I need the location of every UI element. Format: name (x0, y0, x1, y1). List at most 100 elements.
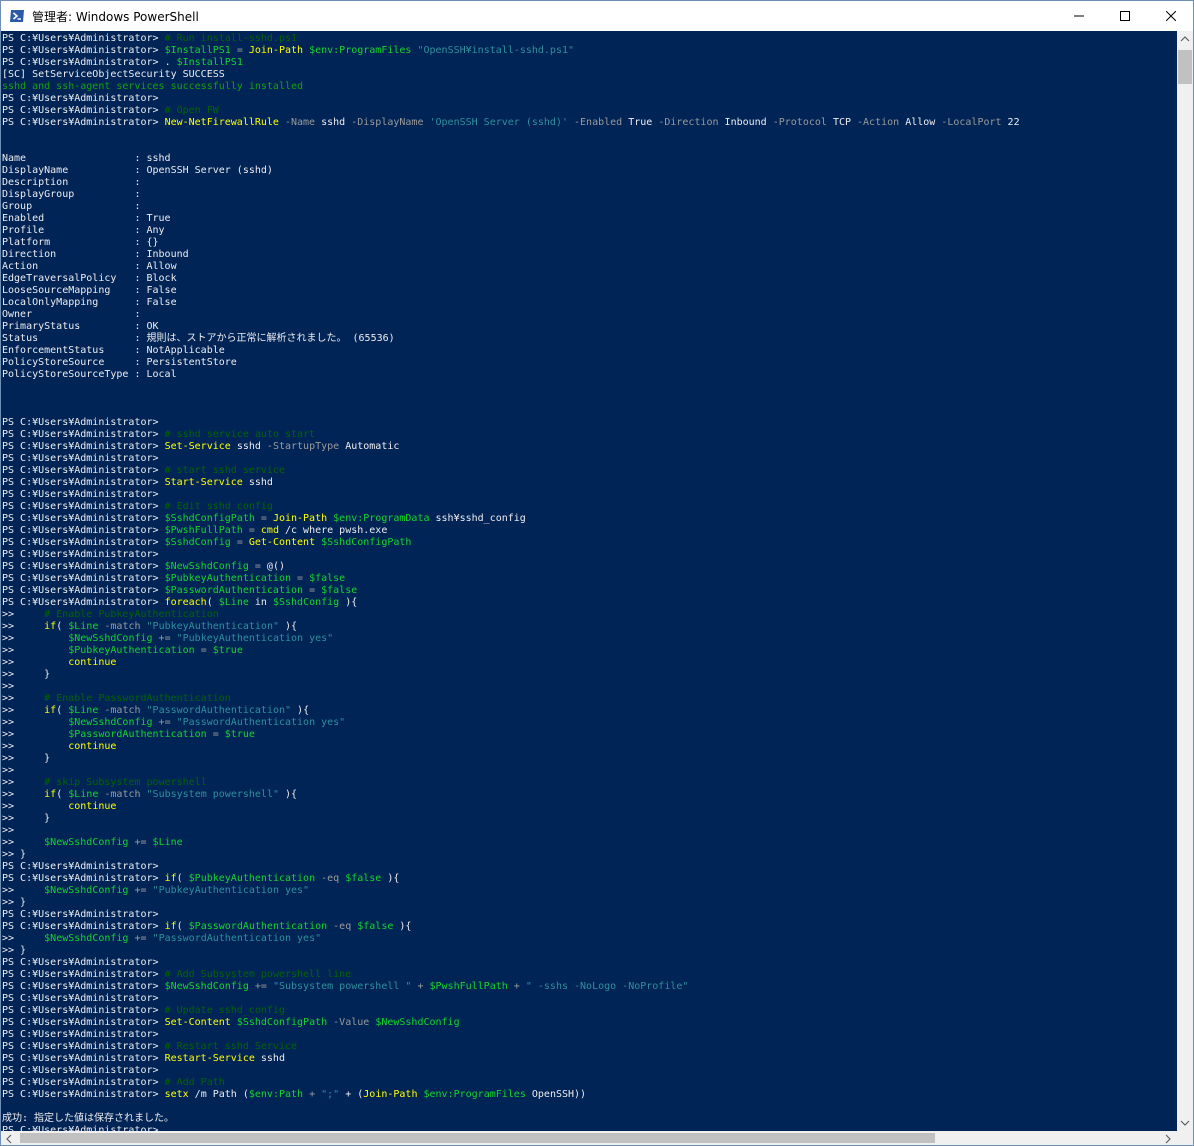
console-token: ){ (393, 921, 412, 932)
vertical-scroll-thumb[interactable] (1178, 50, 1192, 84)
console-token: PS C:¥Users¥Administrator> (2, 45, 165, 56)
console-line: PS C:¥Users¥Administrator> $InstallPS1 =… (2, 45, 574, 57)
console-line: PS C:¥Users¥Administrator> $NewSshdConfi… (2, 981, 688, 993)
console-token: New-NetFirewallRule (164, 117, 279, 128)
chevron-left-icon (6, 1134, 12, 1144)
console-token: $NewSshdConfig (164, 981, 249, 992)
console-line: PS C:¥Users¥Administrator> . $InstallPS1 (2, 57, 243, 69)
console-token: PS C:¥Users¥Administrator> (2, 585, 165, 596)
console-token: $NewSshdConfig (44, 933, 129, 944)
console-token: -Enabled (567, 117, 629, 128)
console-line: PS C:¥Users¥Administrator> # Add Path (2, 1077, 225, 1089)
console-token: ( (56, 789, 69, 800)
minimize-button[interactable] (1056, 1, 1102, 31)
console-token: = (206, 729, 225, 740)
scrollbar-corner (1177, 1131, 1193, 1145)
console-token: ){ (291, 705, 310, 716)
console-token: $PasswordAuthentication (164, 585, 304, 596)
console-line: PS C:¥Users¥Administrator> # Update sshd… (2, 1005, 285, 1017)
console-token: # Enable PubkeyAuthentication (44, 609, 219, 620)
console-token: + (411, 981, 430, 992)
console-line: PS C:¥Users¥Administrator> (2, 489, 159, 501)
console-token: sshd and ssh-agent services successfully… (2, 81, 304, 92)
console-token: "PubkeyAuthentication yes" (152, 885, 310, 896)
maximize-button[interactable] (1102, 1, 1148, 31)
console-token: PS C:¥Users¥Administrator> (2, 1053, 165, 1064)
console-token: += (152, 717, 177, 728)
console-token: ( (56, 705, 69, 716)
console-token: >> (2, 741, 69, 752)
console-token: $SshdConfigPath (236, 1017, 328, 1028)
console-line: >> $PasswordAuthentication = $true (2, 729, 255, 741)
console-token: >> (2, 729, 69, 740)
vertical-scrollbar[interactable] (1177, 31, 1193, 1131)
title-bar[interactable]: 管理者: Windows PowerShell (1, 1, 1193, 31)
console-line: Enabled : True (2, 213, 171, 225)
console-token: Profile : Any (2, 225, 165, 236)
console-token: -match (98, 705, 147, 716)
console-line: [SC] SetServiceObjectSecurity SUCCESS (2, 69, 225, 81)
scroll-up-arrow[interactable] (1177, 31, 1193, 48)
console-token: Direction : Inbound (2, 249, 189, 260)
console-token: Join-Path (272, 513, 328, 524)
console-token: ){ (278, 789, 298, 800)
console-token: $SshdConfig (272, 597, 340, 608)
console-token: /c where pwsh.exe (278, 525, 388, 536)
console-token: += (128, 837, 153, 848)
chevron-down-icon (1180, 1120, 1190, 1126)
console-line: >> } (2, 945, 26, 957)
console-output[interactable]: PS C:¥Users¥Administrator> # Run install… (1, 31, 1177, 1131)
scroll-down-arrow[interactable] (1177, 1114, 1193, 1131)
console-token: PS C:¥Users¥Administrator> (2, 921, 165, 932)
console-token: PS C:¥Users¥Administrator> (2, 873, 165, 884)
console-token: += (128, 885, 153, 896)
console-line: >> } (2, 849, 26, 861)
console-token: -Protocol (766, 117, 833, 128)
console-line: PS C:¥Users¥Administrator> (2, 549, 159, 561)
console-token: PS C:¥Users¥Administrator> (2, 453, 159, 464)
scroll-left-arrow[interactable] (1, 1131, 18, 1145)
console-token: + (303, 1089, 322, 1100)
console-token: Automatic (345, 441, 400, 452)
console-token: sshd (230, 441, 261, 452)
console-token: "PubkeyAuthentication yes" (176, 633, 334, 644)
console-token: DisplayName : OpenSSH Server (sshd) (2, 165, 273, 176)
console-line: PS C:¥Users¥Administrator> (2, 993, 159, 1005)
console-token: >> } (2, 945, 27, 956)
console-line: PS C:¥Users¥Administrator> Set-Service s… (2, 441, 399, 453)
console-token: if (44, 705, 57, 716)
console-token: $true (212, 645, 243, 656)
console-line: PS C:¥Users¥Administrator> $SshdConfigPa… (2, 513, 526, 525)
console-token: >> } (2, 849, 27, 860)
console-token: >> (2, 885, 45, 896)
console-token: PS C:¥Users¥Administrator> (2, 597, 165, 608)
console-token: $false (345, 873, 382, 884)
console-token: LocalOnlyMapping : False (2, 297, 177, 308)
console-token: -Value (327, 1017, 376, 1028)
console-token: setx (164, 1089, 189, 1100)
close-button[interactable] (1148, 1, 1193, 31)
console-token: LooseSourceMapping : False (2, 285, 177, 296)
console-token: $false (321, 585, 358, 596)
scroll-right-arrow[interactable] (1159, 1131, 1176, 1145)
console-token: $PubkeyAuthentication (188, 873, 316, 884)
console-line: Profile : Any (2, 225, 165, 237)
console-token: $NewSshdConfig (44, 837, 129, 848)
console-token: ( (206, 597, 219, 608)
horizontal-scrollbar[interactable] (1, 1131, 1177, 1145)
console-line: >> (2, 681, 14, 693)
console-token: if (44, 621, 57, 632)
console-token: $env:ProgramFiles (423, 1089, 526, 1100)
console-token: . (164, 57, 177, 68)
console-token: >> (2, 621, 45, 632)
console-token: $SshdConfig (164, 537, 231, 548)
console-token: # Update sshd_config (164, 1005, 285, 1016)
console-token: if (44, 789, 57, 800)
horizontal-scroll-thumb[interactable] (20, 1133, 935, 1143)
console-token: continue (68, 801, 117, 812)
console-line: Platform : {} (2, 237, 159, 249)
console-line: >> if( $Line -match "Subsystem powershel… (2, 789, 297, 801)
console-token: Get-Content (248, 537, 316, 548)
console-line: PS C:¥Users¥Administrator> $SshdConfig =… (2, 537, 411, 549)
console-line: >> # Enable PubkeyAuthentication (2, 609, 219, 621)
